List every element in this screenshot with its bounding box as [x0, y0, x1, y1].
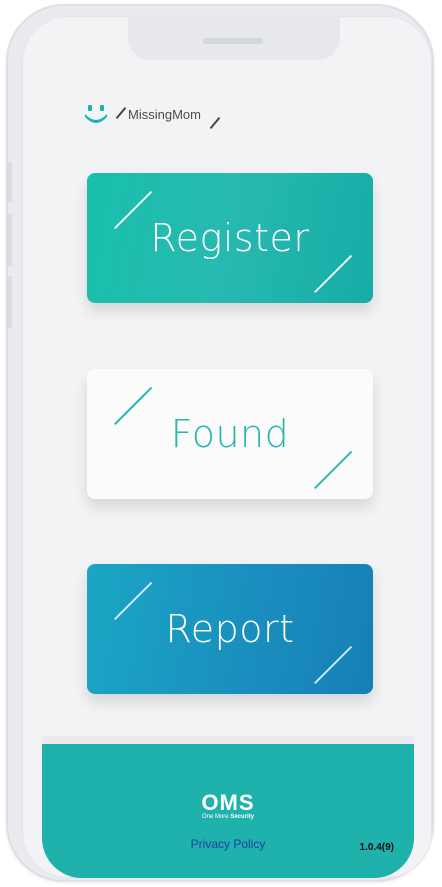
tagline-prefix: One More	[201, 814, 231, 820]
side-button	[6, 214, 12, 266]
phone-frame: MissingMom Register Found Report OMS One…	[6, 4, 434, 882]
app-version: 1.0.4(9)	[359, 842, 394, 853]
register-label: Register	[150, 216, 310, 260]
slash-decoration	[114, 190, 152, 229]
smiley-logo-icon	[85, 105, 107, 123]
slash-decoration	[314, 451, 352, 490]
footer: OMS One More Security Privacy Policy 1.0…	[42, 744, 414, 878]
register-button[interactable]: Register	[87, 173, 373, 303]
slash-decoration	[314, 255, 352, 294]
logo-slash-icon	[115, 106, 127, 120]
side-button	[6, 276, 12, 328]
tagline-bold: Security	[230, 814, 255, 820]
report-button[interactable]: Report	[87, 564, 373, 694]
slash-decoration	[114, 581, 152, 620]
oms-logo: OMS	[201, 790, 255, 815]
slash-decoration	[114, 386, 152, 425]
app-name: MissingMom	[128, 107, 201, 122]
logo-slash-icon	[209, 116, 221, 130]
found-label: Found	[170, 412, 290, 456]
oms-tagline: One More Security	[42, 814, 414, 820]
phone-notch	[128, 16, 340, 60]
found-button[interactable]: Found	[87, 369, 373, 499]
speaker-grille	[203, 38, 263, 44]
app-screen: MissingMom Register Found Report OMS One…	[22, 16, 432, 878]
report-label: Report	[165, 607, 295, 651]
slash-decoration	[314, 646, 352, 685]
privacy-policy-link[interactable]: Privacy Policy	[42, 837, 414, 851]
side-button	[6, 162, 12, 202]
